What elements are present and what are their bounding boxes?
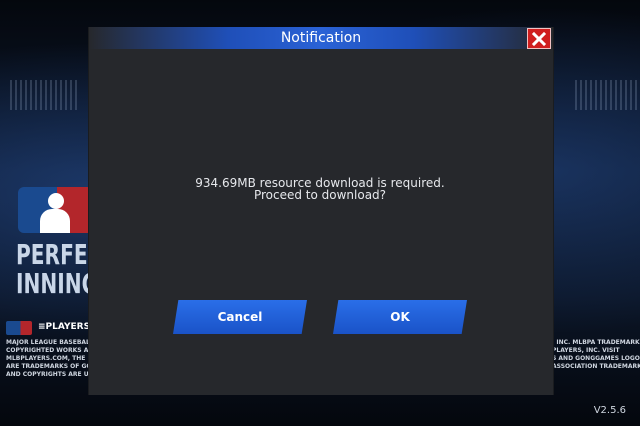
ok-button[interactable]: OK: [333, 300, 467, 334]
close-x-icon: [531, 31, 547, 46]
dialog-message: 934.69MB resource download is required. …: [88, 177, 552, 201]
stadium-lights-left: [10, 80, 80, 110]
notification-dialog: Notification: [88, 27, 554, 395]
mlb-logo-icon: [18, 187, 93, 233]
version-label: V2.5.6: [593, 405, 626, 416]
message-line2: Proceed to download?: [253, 188, 387, 202]
cancel-button[interactable]: Cancel: [173, 300, 307, 334]
close-button[interactable]: [527, 28, 551, 49]
legal-text-right: , INC. MLBPA TRADEMARKS, PLAYERS, INC. V…: [552, 339, 640, 370]
mlb-mini-logo-icon: [6, 321, 32, 335]
dialog-title: Notification: [280, 30, 362, 46]
stadium-lights-right: [575, 80, 640, 110]
